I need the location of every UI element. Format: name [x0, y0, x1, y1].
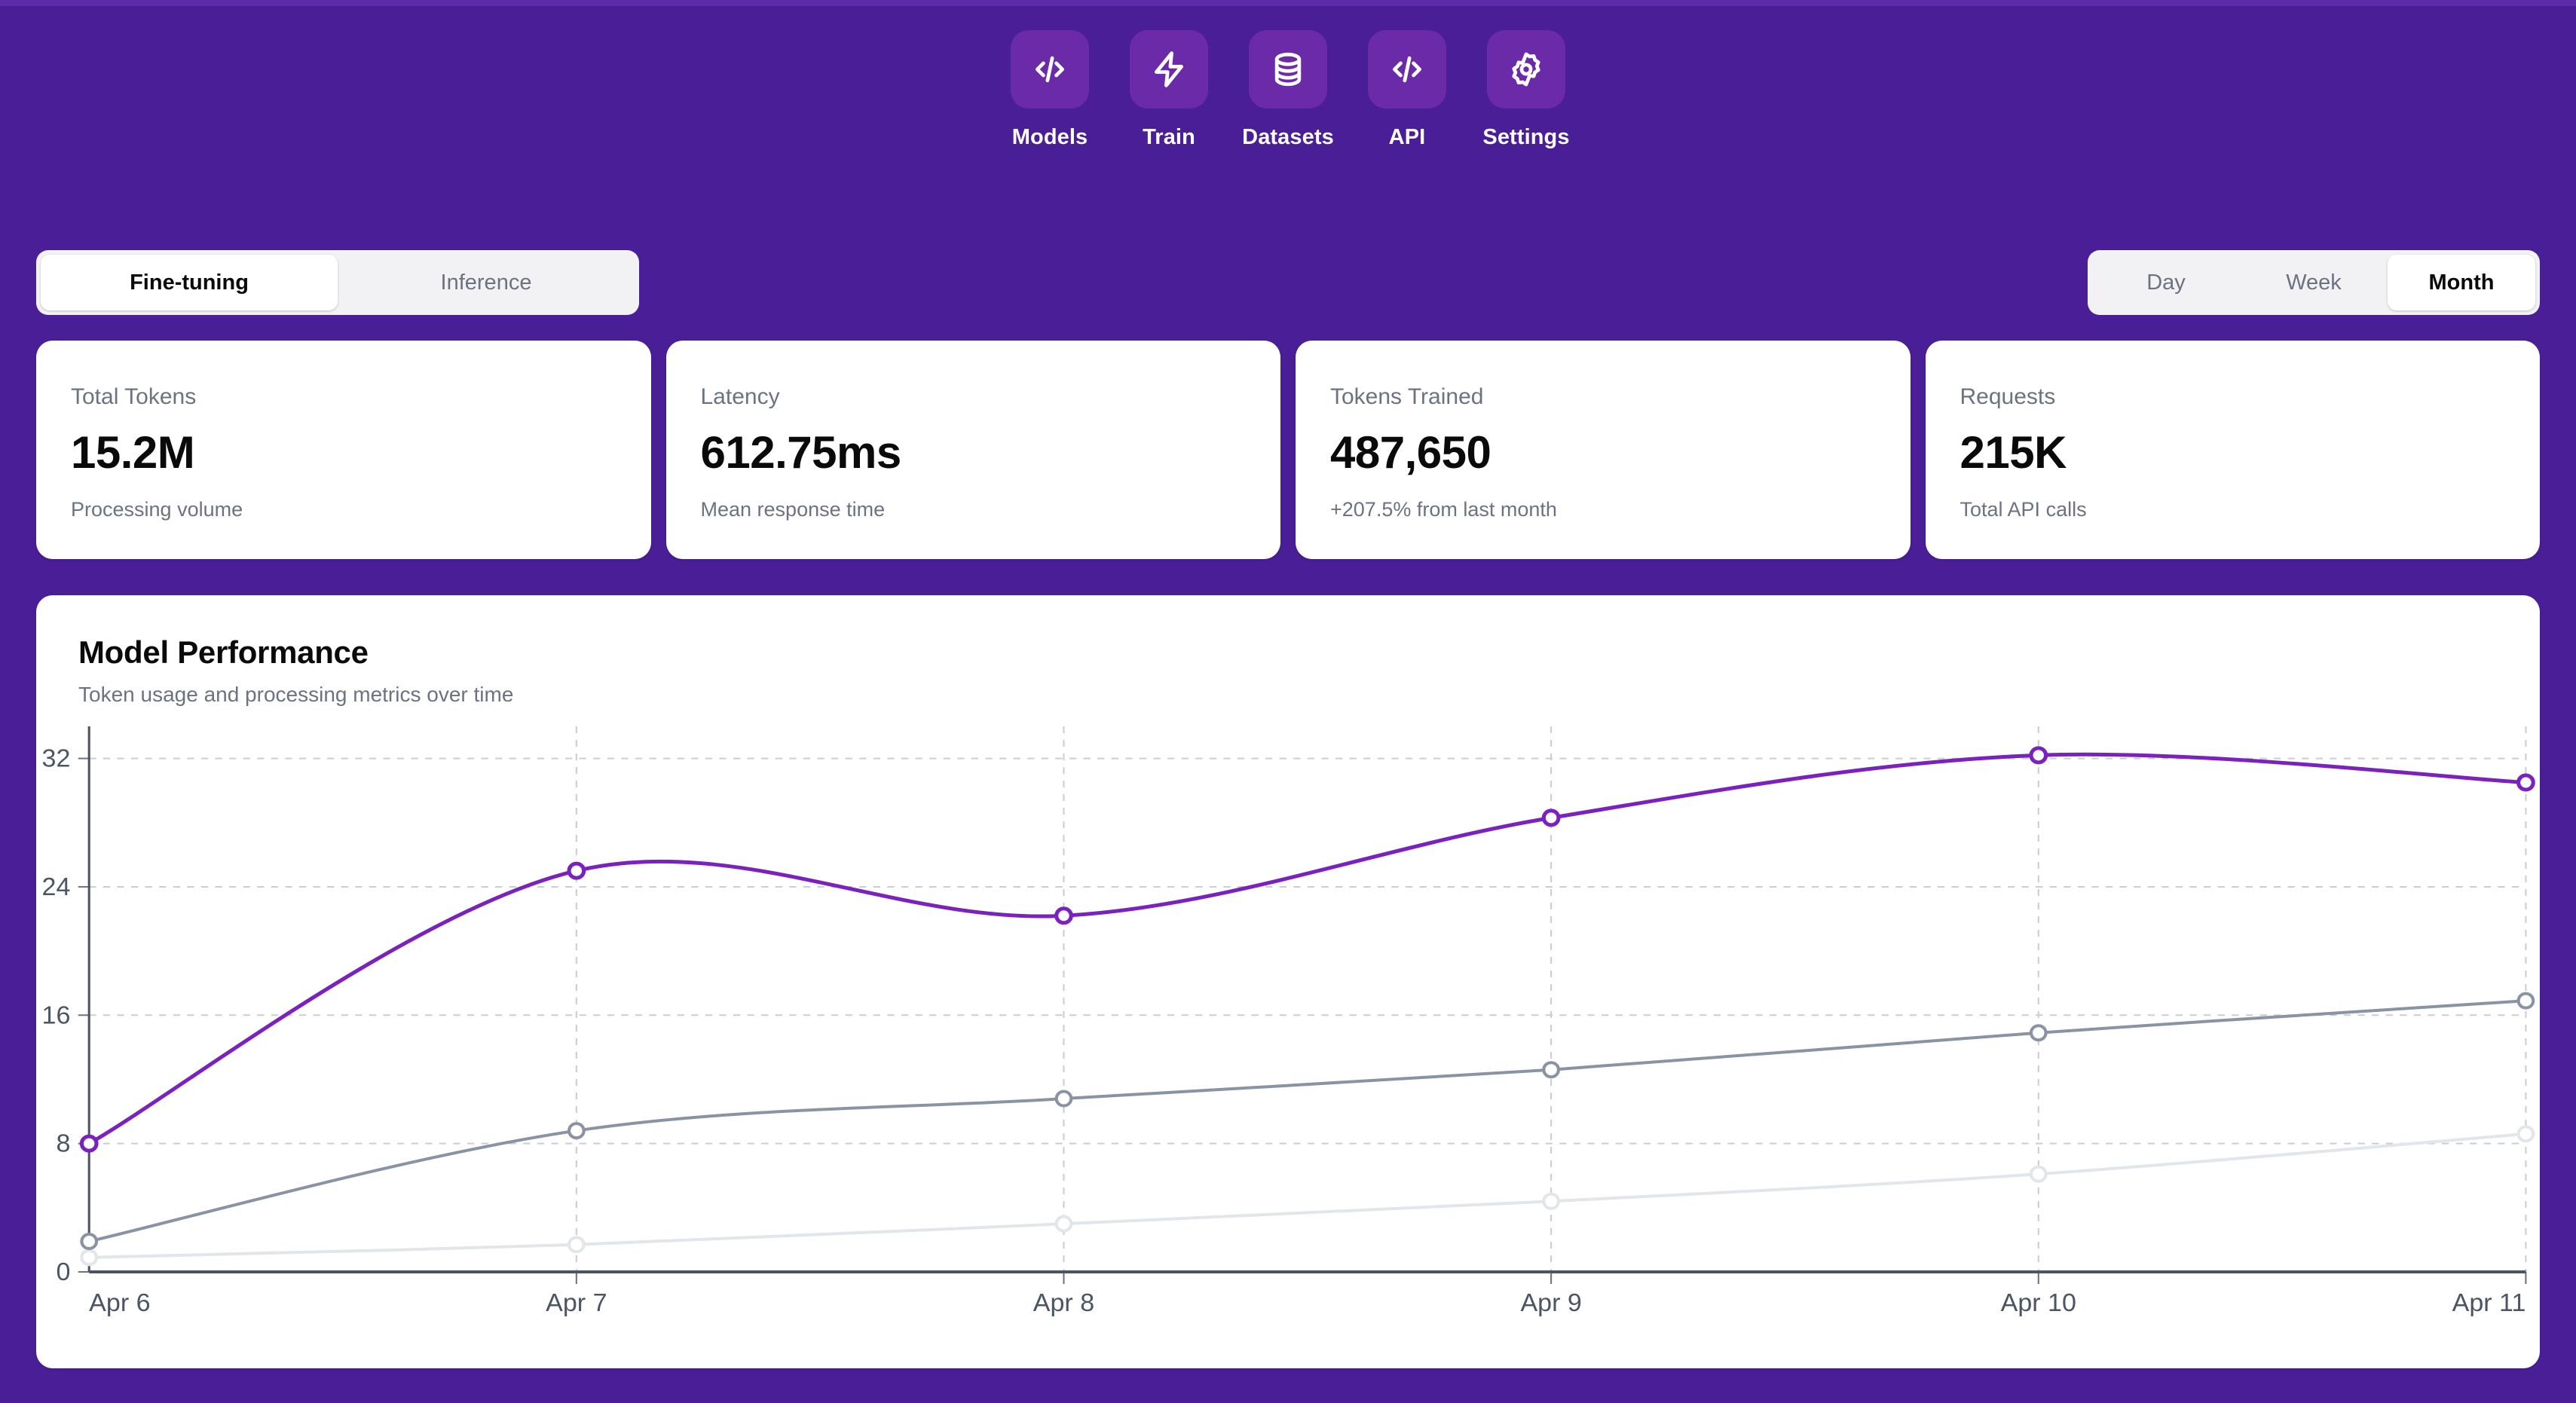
period-month[interactable]: Month: [2388, 255, 2535, 310]
data-point-marker[interactable]: [1054, 1215, 1073, 1233]
nav-label-train: Train: [1143, 125, 1195, 149]
nav-item-datasets[interactable]: Datasets: [1242, 30, 1334, 150]
model-performance-card: Model Performance Token usage and proces…: [36, 595, 2540, 1368]
data-point-marker[interactable]: [80, 1249, 99, 1267]
data-point-marker[interactable]: [567, 1236, 586, 1254]
stat-sublabel: Processing volume: [71, 498, 243, 521]
series-line-series-2: [87, 999, 2528, 1243]
tab-fine-tuning[interactable]: Fine-tuning: [41, 255, 338, 310]
data-point-marker[interactable]: [1054, 906, 1073, 925]
stat-value: 215K: [1960, 427, 2067, 478]
line-chart-svg: 0 8 16 24 32 Apr 6 Apr 7 Apr 8 Apr 9 Apr 10 Apr 11: [42, 726, 2535, 1317]
stat-label: Tokens Trained: [1330, 384, 1484, 409]
nav-tile-datasets[interactable]: [1249, 30, 1327, 109]
nav-item-api[interactable]: API: [1362, 30, 1452, 150]
nav-label-models: Models: [1011, 125, 1088, 149]
chart-subtitle: Token usage and processing metrics over …: [78, 683, 514, 706]
mode-tab-group: Fine-tuning Inference: [36, 250, 639, 315]
app-root: Models Train Datasets API Settings Fine-…: [0, 0, 2576, 1403]
x-axis-label: Apr 9: [1520, 1289, 1581, 1316]
stat-card-total-tokens: Total Tokens 15.2M Processing volume: [36, 341, 651, 559]
chart-title: Model Performance: [78, 634, 369, 670]
line-chart: 0 8 16 24 32 Apr 6 Apr 7 Apr 8 Apr 9 Apr 10 Apr 11: [36, 708, 2540, 1356]
data-point-marker[interactable]: [80, 1233, 99, 1251]
tab-inference[interactable]: Inference: [338, 255, 635, 310]
x-axis-label: Apr 8: [1033, 1289, 1094, 1316]
stat-value: 15.2M: [71, 427, 195, 478]
controls-row: Fine-tuning Inference Day Week Month: [36, 250, 2540, 315]
nav-label-settings: Settings: [1482, 125, 1570, 149]
x-axis-label: Apr 10: [2001, 1289, 2076, 1316]
data-point-marker[interactable]: [1542, 1061, 1561, 1079]
y-axis-label: 0: [56, 1258, 70, 1285]
data-point-marker[interactable]: [1542, 1192, 1561, 1210]
y-axis-label: 16: [42, 1002, 71, 1029]
stat-value: 487,650: [1330, 427, 1491, 478]
data-point-marker[interactable]: [1541, 808, 1561, 827]
period-tab-group: Day Week Month: [2088, 250, 2540, 315]
x-axis-label: Apr 11: [2452, 1289, 2526, 1316]
nav-item-settings[interactable]: Settings: [1481, 30, 1571, 150]
stat-card-requests: Requests 215K Total API calls: [1925, 341, 2540, 559]
data-point-marker[interactable]: [2516, 1125, 2535, 1143]
code-brackets-icon: [1387, 49, 1427, 90]
nav-tile-models[interactable]: [1011, 30, 1089, 109]
nav-label-api: API: [1388, 125, 1426, 149]
y-axis-label: 8: [56, 1130, 70, 1157]
stat-label: Latency: [700, 384, 780, 409]
nav-tile-train[interactable]: [1130, 30, 1208, 109]
top-navigation: Models Train Datasets API Settings: [0, 30, 2576, 150]
database-icon: [1268, 49, 1308, 90]
period-day[interactable]: Day: [2092, 255, 2240, 310]
data-point-marker[interactable]: [79, 1134, 99, 1153]
stat-sublabel: Mean response time: [700, 498, 886, 521]
data-point-marker[interactable]: [567, 861, 586, 880]
stat-card-latency: Latency 612.75ms Mean response time: [665, 341, 1280, 559]
data-point-marker[interactable]: [2029, 746, 2048, 765]
stat-card-tokens-trained: Tokens Trained 487,650 +207.5% from last…: [1296, 341, 1911, 559]
code-brackets-icon: [1029, 49, 1070, 90]
data-point-marker[interactable]: [2516, 992, 2535, 1010]
y-axis-label: 24: [42, 873, 71, 900]
x-axis-label: Apr 7: [546, 1289, 607, 1316]
x-axis-label: Apr 6: [89, 1289, 150, 1316]
stat-sublabel: Total API calls: [1960, 498, 2087, 521]
data-point-marker[interactable]: [1054, 1090, 1073, 1108]
lightning-bolt-icon: [1149, 49, 1189, 90]
period-week[interactable]: Week: [2240, 255, 2388, 310]
data-point-marker[interactable]: [2516, 773, 2535, 792]
data-point-marker[interactable]: [567, 1122, 586, 1140]
stat-label: Total Tokens: [71, 384, 197, 409]
top-accent-strip: [0, 0, 2576, 6]
nav-tile-settings[interactable]: [1487, 30, 1565, 109]
stat-value: 612.75ms: [700, 427, 902, 478]
stat-card-row: Total Tokens 15.2M Processing volume Lat…: [36, 341, 2540, 559]
data-point-marker[interactable]: [2029, 1024, 2048, 1042]
y-axis-label: 32: [42, 745, 71, 772]
stat-sublabel: +207.5% from last month: [1330, 498, 1557, 521]
nav-tile-api[interactable]: [1368, 30, 1446, 109]
data-point-marker[interactable]: [2029, 1165, 2048, 1183]
nav-item-train[interactable]: Train: [1124, 30, 1214, 150]
gear-icon: [1506, 49, 1547, 90]
nav-item-models[interactable]: Models: [1005, 30, 1095, 150]
nav-label-datasets: Datasets: [1242, 125, 1334, 149]
stat-label: Requests: [1960, 384, 2056, 409]
